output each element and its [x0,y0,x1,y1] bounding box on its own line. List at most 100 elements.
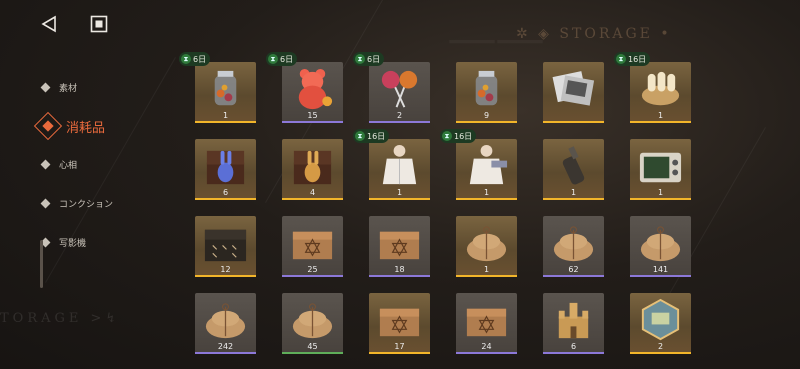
lollipops-icon [375,66,424,110]
sack-item-3[interactable]: 141 [630,216,691,277]
diamond-icon [40,198,51,209]
sidebar-item-materials[interactable]: 素材 [36,81,77,94]
storage-watermark-text: STORAGE [559,26,653,42]
candy-jar-icon [462,66,511,110]
blue-rabbit-box-item[interactable]: 6 [195,139,256,200]
crate-icon [288,220,337,264]
rarity-stripe [456,275,517,277]
dark-chest-item[interactable]: 12 [195,216,256,277]
sidebar-item-label: 消耗品 [66,120,106,136]
sack-item-4[interactable]: 242 [195,293,256,354]
item-quantity: 62 [568,265,579,274]
sack-item[interactable]: 1 [456,216,517,277]
sack-icon [636,220,685,264]
expiry-days: 16日 [367,131,386,141]
sidebar-item-camera[interactable]: 写影機 [36,236,86,249]
expiry-badge: ⧗ 16日 [614,52,651,66]
item-quantity: 1 [657,111,664,120]
diamond-icon [40,159,51,170]
bottle-item[interactable]: 1 [543,139,604,200]
tv-set-item[interactable]: 1 [630,139,691,200]
sidebar-item-label: コンクション [59,200,114,210]
candy-jar-icon [201,66,250,110]
doll-coat-tag-item[interactable]: 1 ⧗ 16日 [440,129,517,200]
sack-icon [549,220,598,264]
rarity-stripe [456,198,517,200]
item-quantity: 1 [483,188,490,197]
candy-jar-item[interactable]: 1 ⧗ 6日 [179,52,256,123]
home-button[interactable] [86,11,112,37]
sidebar-item-collection[interactable]: コンクション [36,197,113,210]
wooden-crate-item-3[interactable]: 17 [369,293,430,354]
item-quantity: 1 [657,188,664,197]
sidebar-item-consumables[interactable]: 消耗品 [33,111,106,141]
rarity-stripe [369,352,430,354]
rarity-stripe [456,121,517,123]
item-quantity: 25 [307,265,318,274]
wooden-crate-item-2[interactable]: 18 [369,216,430,277]
rarity-stripe [195,198,256,200]
item-quantity: 9 [483,111,490,120]
item-quantity: 45 [307,342,318,351]
expiry-badge: ⧗ 16日 [353,129,390,143]
back-triangle-icon [41,15,56,33]
item-quantity: 1 [570,188,577,197]
storage-watermark: ✲ ◈ STORAGE • [516,26,672,42]
sack-item-2[interactable]: 62 [543,216,604,277]
doll-coat-tag-icon [462,143,511,187]
rarity-stripe [543,275,604,277]
sack-item-5[interactable]: 45 [282,293,343,354]
cookies-icon [636,66,685,110]
diamond-icon [40,82,51,93]
wooden-crate-item-4[interactable]: 24 [456,293,517,354]
cookies-item[interactable]: 1 ⧗ 16日 [614,52,691,123]
back-button[interactable] [36,11,62,37]
map-badge-item[interactable]: 2 [630,293,691,354]
sack-icon [462,220,511,264]
candy-jar-item-2[interactable]: 9 [456,62,517,123]
castle-item[interactable]: 6 [543,293,604,354]
item-quantity: 24 [481,342,492,351]
dark-chest-icon [201,220,250,264]
item-quantity: 17 [394,342,405,351]
expiry-badge: ⧗ 6日 [353,52,385,66]
lollipops-item[interactable]: 2 ⧗ 6日 [353,52,430,123]
sack-icon [288,297,337,341]
rarity-stripe [195,121,256,123]
item-quantity: 18 [394,265,405,274]
rarity-stripe [282,275,343,277]
bg-decoration: ＿＿ [450,0,546,50]
sidebar-item-label: 写影機 [59,239,87,249]
bottle-icon [549,143,598,187]
item-quantity: 141 [652,265,669,274]
rarity-stripe [282,352,343,354]
sidebar-scrollbar[interactable] [40,240,43,288]
expiry-days: 16日 [454,131,473,141]
item-quantity: 15 [307,111,318,120]
photo-cards-icon [549,66,598,110]
home-square-icon [90,15,108,33]
doll-coat-item[interactable]: 1 ⧗ 16日 [353,129,430,200]
rarity-stripe [369,121,430,123]
gummy-bear-icon [288,66,337,110]
sidebar-item-heart[interactable]: 心相 [36,158,77,171]
rarity-stripe [456,352,517,354]
item-quantity: 2 [396,111,403,120]
wooden-crate-item[interactable]: 25 [282,216,343,277]
gold-rabbit-box-item[interactable]: 4 [282,139,343,200]
side-watermark-text: TORAGE [0,311,83,326]
tv-set-icon [636,143,685,187]
rarity-stripe [543,352,604,354]
expiry-badge: ⧗ 6日 [266,52,298,66]
item-quantity: 1 [396,188,403,197]
photo-cards-item[interactable] [543,62,604,123]
crate-icon [462,297,511,341]
active-diamond-icon [33,111,63,141]
item-quantity: 2 [657,342,664,351]
rarity-stripe [543,198,604,200]
sack-icon [201,297,250,341]
gummy-bear-item[interactable]: 15 ⧗ 6日 [266,52,343,123]
rarity-stripe [630,275,691,277]
expiry-days: 6日 [193,54,207,64]
item-quantity: 6 [570,342,577,351]
